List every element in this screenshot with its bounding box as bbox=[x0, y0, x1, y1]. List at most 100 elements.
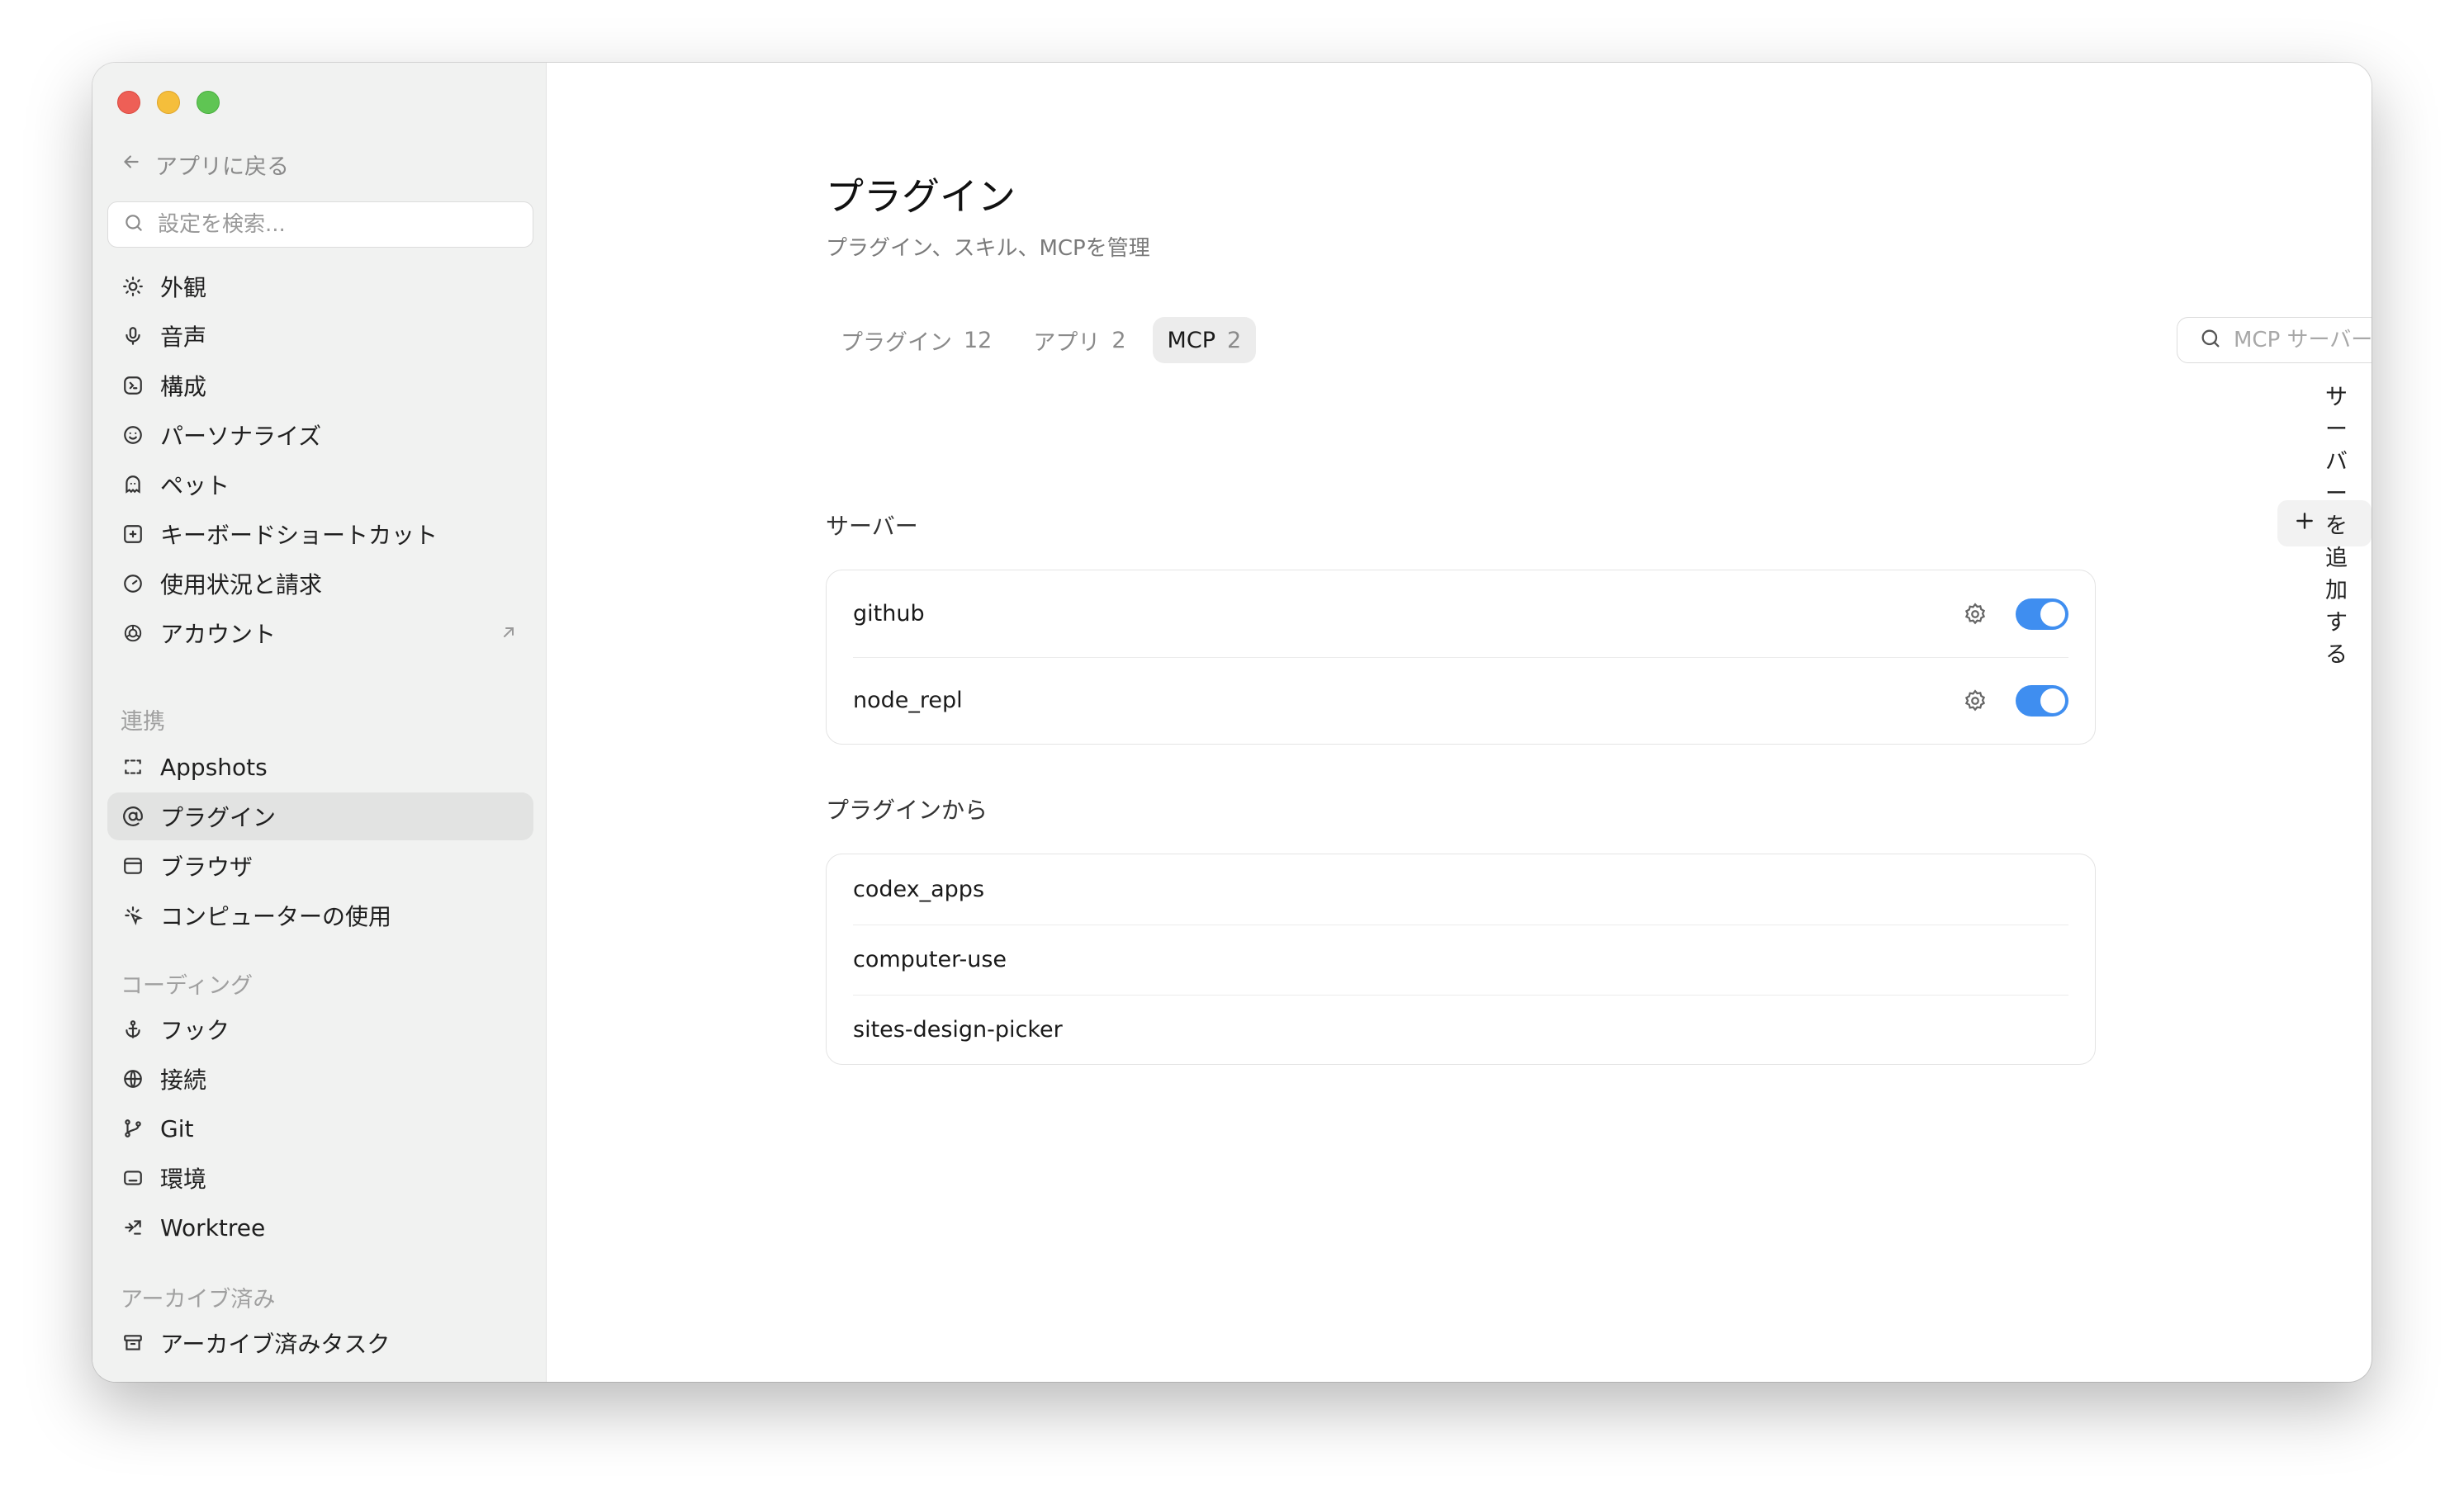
sidebar-item-keyboard-shortcuts[interactable]: キーボードショートカット bbox=[107, 510, 533, 558]
search-icon bbox=[123, 212, 145, 237]
integrations-group-title: 連携 bbox=[121, 709, 165, 735]
sidebar-item-hooks[interactable]: フック bbox=[107, 1005, 533, 1053]
settings-search[interactable] bbox=[107, 201, 533, 248]
page-title: プラグイン bbox=[826, 174, 1016, 219]
sidebar-item-usage-billing[interactable]: 使用状況と請求 bbox=[107, 560, 533, 608]
at-icon bbox=[121, 804, 145, 829]
arrow-left-icon bbox=[121, 151, 142, 178]
anchor-icon bbox=[121, 1017, 145, 1042]
sidebar-item-label: キーボードショートカット bbox=[160, 522, 438, 549]
tab-count: 2 bbox=[1226, 327, 1242, 353]
plugin-server-row[interactable]: codex_apps bbox=[827, 854, 2095, 925]
sidebar-item-connections[interactable]: 接続 bbox=[107, 1055, 533, 1103]
back-label: アプリに戻る bbox=[155, 154, 289, 180]
sidebar-item-label: 外観 bbox=[160, 274, 207, 301]
mcp-server-search-input[interactable] bbox=[2232, 327, 2372, 353]
add-server-label: サーバーを追加する bbox=[2325, 384, 2348, 668]
globe-icon bbox=[121, 1067, 145, 1091]
search-icon bbox=[2199, 327, 2222, 353]
sidebar-item-browser[interactable]: ブラウザ bbox=[107, 842, 533, 890]
cursor-sparkle-icon bbox=[121, 903, 145, 928]
personalize-icon bbox=[121, 423, 145, 447]
sidebar-item-label: ブラウザ bbox=[160, 854, 254, 881]
sidebar-item-label: パーソナライズ bbox=[160, 423, 322, 450]
server-enabled-toggle[interactable] bbox=[2016, 684, 2068, 717]
tab-count: 12 bbox=[964, 327, 993, 353]
sidebar-item-label: コンピューターの使用 bbox=[160, 903, 392, 930]
sidebar-item-label: アーカイブ済みタスク bbox=[160, 1331, 391, 1358]
close-window-button[interactable] bbox=[117, 91, 140, 114]
sidebar-item-archived-tasks[interactable]: アーカイブ済みタスク bbox=[107, 1319, 533, 1367]
server-name: sites-design-picker bbox=[853, 1016, 1063, 1043]
sidebar-item-pet[interactable]: ペット bbox=[107, 461, 533, 508]
settings-search-input[interactable] bbox=[156, 211, 506, 238]
sidebar-item-personalize[interactable]: パーソナライズ bbox=[107, 411, 533, 459]
sidebar-item-label: Git bbox=[160, 1114, 194, 1142]
window-controls bbox=[117, 91, 220, 114]
archived-group-title: アーカイブ済み bbox=[121, 1287, 276, 1312]
sidebar-item-label: プラグイン bbox=[160, 804, 277, 831]
pet-icon bbox=[121, 472, 145, 497]
tab-apps[interactable]: アプリ 2 bbox=[1018, 317, 1140, 363]
microphone-icon bbox=[121, 324, 145, 348]
plugin-servers-list: codex_apps computer-use sites-design-pic… bbox=[826, 854, 2096, 1065]
sidebar-item-configuration[interactable]: 構成 bbox=[107, 362, 533, 409]
config-icon bbox=[121, 373, 145, 398]
tab-count: 2 bbox=[1111, 327, 1126, 353]
sun-icon bbox=[121, 274, 145, 299]
main-content: プラグイン プラグイン、スキル、MCPを管理 プラグイン 12 アプリ 2 MC… bbox=[547, 63, 2372, 1382]
openai-icon bbox=[121, 621, 145, 646]
minimize-window-button[interactable] bbox=[157, 91, 180, 114]
servers-section-label: サーバー bbox=[826, 513, 918, 540]
sidebar-item-computer-use[interactable]: コンピューターの使用 bbox=[107, 892, 533, 939]
tab-label: MCP bbox=[1167, 327, 1215, 353]
sidebar-item-label: 使用状況と請求 bbox=[160, 571, 323, 598]
mcp-server-search[interactable] bbox=[2177, 317, 2372, 363]
server-name: computer-use bbox=[853, 947, 1007, 972]
sidebar-item-account[interactable]: アカウント bbox=[107, 609, 533, 657]
page-subtitle: プラグイン、スキル、MCPを管理 bbox=[826, 236, 1150, 261]
sidebar-item-label: Worktree bbox=[160, 1213, 266, 1242]
sidebar-item-appearance[interactable]: 外観 bbox=[107, 262, 533, 310]
screenshot-icon bbox=[121, 754, 145, 779]
tab-label: アプリ bbox=[1033, 329, 1101, 356]
server-enabled-toggle[interactable] bbox=[2016, 598, 2068, 630]
sidebar-item-label: 構成 bbox=[160, 373, 207, 400]
plugin-server-row[interactable]: sites-design-picker bbox=[827, 995, 2095, 1064]
sidebar-item-plugins[interactable]: プラグイン bbox=[107, 792, 533, 840]
sidebar-item-label: 接続 bbox=[160, 1067, 207, 1094]
tab-label: プラグイン bbox=[841, 329, 952, 356]
server-row-github[interactable]: github bbox=[827, 570, 2095, 657]
back-to-app-link[interactable]: アプリに戻る bbox=[121, 149, 289, 181]
servers-list: github node_repl bbox=[826, 570, 2096, 745]
sidebar-item-label: ペット bbox=[160, 472, 230, 499]
add-server-button[interactable]: サーバーを追加する bbox=[2277, 385, 2372, 668]
sidebar-item-label: フック bbox=[160, 1017, 230, 1044]
archive-icon bbox=[121, 1331, 145, 1355]
sidebar-item-appshots[interactable]: Appshots bbox=[107, 743, 533, 791]
settings-window: アプリに戻る 外観 音声 構成 パーソナライズ bbox=[92, 63, 2372, 1382]
sidebar-item-voice[interactable]: 音声 bbox=[107, 312, 533, 360]
sidebar-item-label: Appshots bbox=[160, 753, 268, 781]
server-name: github bbox=[853, 601, 925, 627]
coding-group-title: コーディング bbox=[121, 973, 254, 999]
server-name: node_repl bbox=[853, 688, 963, 713]
plugin-server-row[interactable]: computer-use bbox=[827, 925, 2095, 995]
sidebar-item-label: アカウント bbox=[160, 621, 277, 648]
tab-plugins[interactable]: プラグイン 12 bbox=[826, 317, 1007, 363]
sidebar-item-worktree[interactable]: Worktree bbox=[107, 1204, 533, 1251]
gear-icon[interactable] bbox=[1963, 602, 1988, 627]
from-plugins-section-label: プラグインから bbox=[826, 797, 988, 824]
plugin-tabs: プラグイン 12 アプリ 2 MCP 2 bbox=[826, 317, 1257, 363]
server-row-node-repl[interactable]: node_repl bbox=[827, 657, 2095, 744]
gauge-icon bbox=[121, 571, 145, 596]
gear-icon[interactable] bbox=[1963, 688, 1988, 713]
sidebar-item-git[interactable]: Git bbox=[107, 1104, 533, 1152]
keyboard-icon bbox=[121, 522, 145, 546]
zoom-window-button[interactable] bbox=[197, 91, 220, 114]
external-link-icon bbox=[499, 621, 519, 648]
tab-mcp[interactable]: MCP 2 bbox=[1152, 317, 1257, 363]
sidebar-item-environment[interactable]: 環境 bbox=[107, 1154, 533, 1202]
worktree-icon bbox=[121, 1215, 145, 1240]
sidebar-item-label: 環境 bbox=[160, 1166, 207, 1193]
